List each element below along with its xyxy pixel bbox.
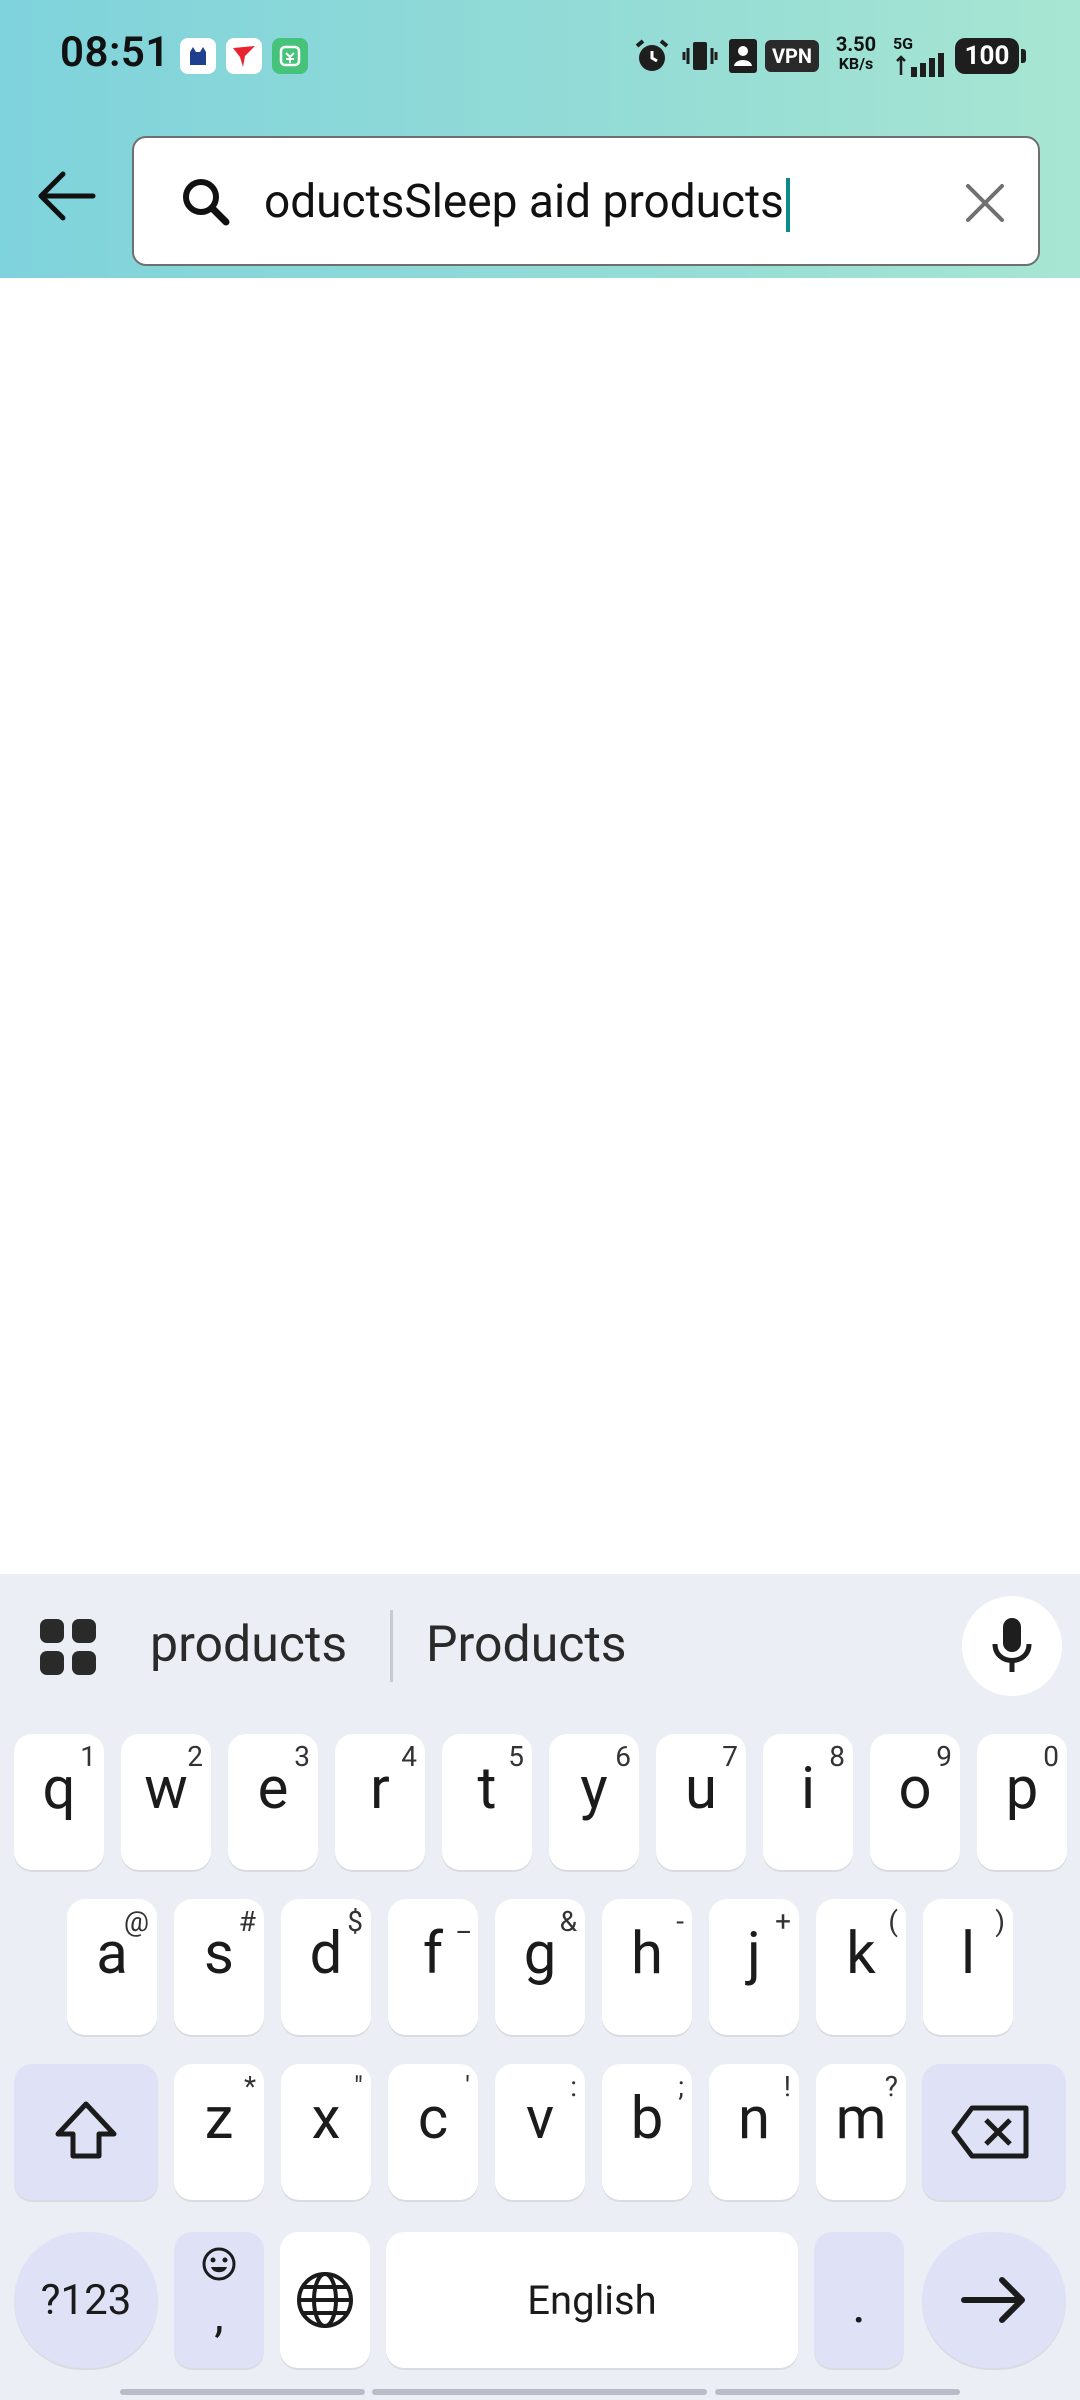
key-o[interactable]: o9 — [870, 1734, 960, 1870]
key-x[interactable]: x " — [281, 2064, 371, 2200]
search-icon — [183, 179, 230, 226]
key-secondary-label: 4 — [401, 1740, 417, 1773]
key-v[interactable]: v: — [495, 2064, 585, 2200]
soft-keyboard: products Products ?123 , English . q1w2e… — [0, 1574, 1080, 2400]
app-header: 08:51 VPN 3.50 KB/s 5G 100 oductsSleep a… — [0, 0, 1080, 278]
battery-indicator: 100 — [955, 38, 1026, 74]
back-button[interactable] — [30, 160, 102, 232]
key-p[interactable]: p0 — [977, 1734, 1067, 1870]
backspace-icon — [951, 2105, 1029, 2159]
globe-icon — [297, 2272, 353, 2328]
key-secondary-label: 9 — [936, 1740, 952, 1773]
key-a[interactable]: a @ — [67, 1899, 157, 2035]
shift-key[interactable] — [14, 2064, 158, 2200]
vpn-badge: VPN — [765, 40, 819, 72]
money-app-notification-icon — [272, 38, 308, 74]
key-secondary-label: + — [775, 1905, 791, 1938]
key-secondary-label: 6 — [615, 1740, 631, 1773]
key-secondary-label: @ — [123, 1905, 149, 1938]
key-secondary-label: # — [238, 1905, 256, 1938]
nav-handle-segment — [715, 2389, 960, 2395]
emoji-icon — [202, 2247, 236, 2281]
key-t[interactable]: t5 — [442, 1734, 532, 1870]
key-u[interactable]: u7 — [656, 1734, 746, 1870]
suggestion-divider — [390, 1610, 393, 1682]
backspace-key[interactable] — [922, 2064, 1066, 2200]
key-b[interactable]: b; — [602, 2064, 692, 2200]
suggestion-item[interactable]: products — [150, 1608, 347, 1682]
key-secondary-label: ? — [884, 2070, 898, 2103]
space-key[interactable]: English — [386, 2232, 798, 2368]
emoji-comma-key[interactable]: , — [174, 2232, 264, 2368]
period-key[interactable]: . — [814, 2232, 904, 2368]
key-secondary-label: & — [559, 1905, 577, 1938]
key-secondary-label: ! — [783, 2070, 791, 2103]
suggestion-item[interactable]: Products — [426, 1608, 627, 1682]
key-secondary-label: - — [676, 1905, 684, 1938]
key-secondary-label: ; — [678, 2070, 684, 2103]
key-n[interactable]: n! — [709, 2064, 799, 2200]
key-c[interactable]: c ' — [388, 2064, 478, 2200]
microphone-icon — [992, 1618, 1032, 1672]
voice-input-button[interactable] — [962, 1596, 1062, 1696]
key-secondary-label: ( — [888, 1905, 898, 1938]
key-g[interactable]: g & — [495, 1899, 585, 2035]
language-key[interactable] — [280, 2232, 370, 2368]
cat-app-notification-icon — [180, 38, 216, 74]
key-secondary-label: 2 — [187, 1740, 203, 1773]
alarm-icon — [632, 34, 672, 78]
key-q[interactable]: q1 — [14, 1734, 104, 1870]
key-secondary-label: 7 — [722, 1740, 738, 1773]
key-secondary-label: ) — [995, 1905, 1005, 1938]
apps-grid-icon[interactable] — [38, 1617, 98, 1677]
key-secondary-label: _ — [457, 1905, 470, 1938]
nav-handle-segment — [372, 2389, 707, 2395]
key-secondary-label: 8 — [829, 1740, 845, 1773]
key-f[interactable]: f _ — [388, 1899, 478, 2035]
back-arrow-icon — [38, 171, 96, 221]
key-secondary-label: $ — [347, 1905, 363, 1938]
contact-card-icon — [725, 34, 761, 78]
status-time: 08:51 — [60, 28, 170, 77]
search-field[interactable]: oductsSleep aid products — [132, 136, 1040, 266]
key-k[interactable]: k( — [816, 1899, 906, 2035]
key-w[interactable]: w2 — [121, 1734, 211, 1870]
key-secondary-label: : — [570, 2070, 577, 2103]
symbols-key[interactable]: ?123 — [14, 2232, 158, 2368]
network-speed: 3.50 KB/s — [835, 32, 877, 73]
suggestion-strip: products Products — [0, 1574, 1080, 1714]
key-j[interactable]: j + — [709, 1899, 799, 2035]
enter-key[interactable] — [922, 2232, 1066, 2368]
text-cursor — [785, 177, 790, 232]
shift-icon — [55, 2101, 117, 2159]
clear-search-icon[interactable] — [962, 180, 1008, 226]
key-l[interactable]: l) — [923, 1899, 1013, 2035]
arrow-right-icon — [961, 2277, 1025, 2323]
key-s[interactable]: s # — [174, 1899, 264, 2035]
key-secondary-label: 0 — [1043, 1740, 1059, 1773]
key-r[interactable]: r4 — [335, 1734, 425, 1870]
key-h[interactable]: h- — [602, 1899, 692, 2035]
key-secondary-label: 3 — [294, 1740, 310, 1773]
key-secondary-label: 1 — [80, 1740, 96, 1773]
key-secondary-label: ' — [465, 2070, 470, 2103]
key-m[interactable]: m? — [816, 2064, 906, 2200]
key-d[interactable]: d $ — [281, 1899, 371, 2035]
key-e[interactable]: e3 — [228, 1734, 318, 1870]
key-z[interactable]: z * — [174, 2064, 264, 2200]
key-i[interactable]: i8 — [763, 1734, 853, 1870]
vibrate-icon — [680, 34, 720, 78]
key-secondary-label: * — [243, 2070, 256, 2103]
search-input[interactable]: oductsSleep aid products — [264, 172, 790, 232]
bird-app-notification-icon — [226, 38, 262, 74]
key-secondary-label: 5 — [508, 1740, 524, 1773]
status-bar: 08:51 VPN 3.50 KB/s 5G 100 — [0, 0, 1080, 112]
signal-icon — [895, 50, 947, 78]
nav-handle-segment — [120, 2389, 365, 2395]
key-y[interactable]: y6 — [549, 1734, 639, 1870]
key-secondary-label: " — [354, 2070, 363, 2103]
